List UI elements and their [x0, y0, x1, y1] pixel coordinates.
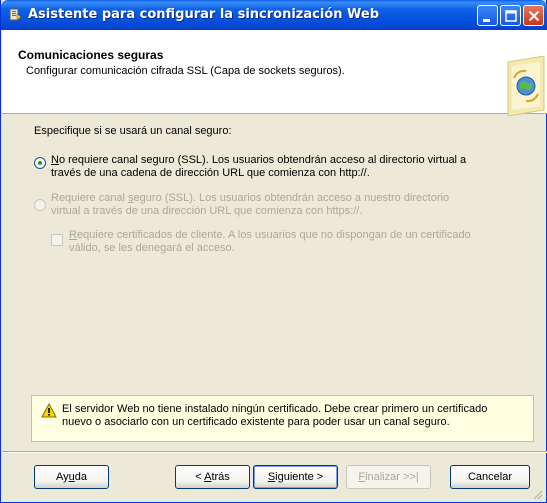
finish-button[interactable]: Finalizar >>|: [346, 465, 431, 489]
sync-globe-icon: [504, 55, 547, 119]
certificate-warning: El servidor Web no tiene instalado ningú…: [31, 395, 534, 442]
client-cert-line2: válido, se les denegará el acceso.: [69, 242, 235, 254]
no-ssl-line2: través de una cadena de dirección URL qu…: [51, 167, 370, 179]
help-button[interactable]: Ayuda: [34, 465, 109, 489]
close-button[interactable]: [523, 5, 544, 26]
window-title: Asistente para configurar la sincronizac…: [28, 7, 380, 22]
hotkey-n: N: [51, 154, 59, 166]
no-ssl-radio[interactable]: [34, 157, 46, 169]
require-ssl-line1-pre: Requiere canal: [51, 192, 129, 204]
next-button[interactable]: Siguiente >: [253, 465, 338, 489]
cancel-label: Cancelar: [467, 471, 513, 483]
no-ssl-line1: o requiere canal seguro (SSL). Los usuar…: [58, 154, 467, 166]
back-button[interactable]: < Atrás: [175, 465, 250, 489]
warning-line2: nuevo o asociarlo con un certificado exi…: [62, 416, 450, 428]
warning-icon: [41, 403, 57, 421]
warning-text: El servidor Web no tiene instalado ningú…: [62, 403, 530, 429]
back-label-post: trás: [211, 471, 230, 483]
maximize-button[interactable]: [500, 5, 521, 26]
finish-label: inalizar >>|: [365, 471, 419, 483]
wizard-window: Asistente para configurar la sincronizac…: [0, 0, 547, 503]
require-ssl-line2: virtual a través de una dirección URL qu…: [51, 205, 363, 217]
page-title: Comunicaciones seguras: [18, 48, 164, 62]
wizard-header: Comunicaciones seguras Configurar comuni…: [2, 30, 547, 117]
require-ssl-label[interactable]: Requiere canal seguro (SSL). Los usuario…: [51, 192, 531, 218]
title-bar[interactable]: Asistente para configurar la sincronizac…: [1, 0, 547, 30]
require-ssl-line1-post: eguro (SSL). Los usuarios obtendrán acce…: [133, 192, 450, 204]
next-label: iguiente >: [275, 471, 324, 483]
no-ssl-label[interactable]: No requiere canal seguro (SSL). Los usua…: [51, 154, 531, 180]
warning-line1: El servidor Web no tiene instalado ningú…: [62, 403, 488, 415]
client-cert-label[interactable]: Requiere certificados de cliente. A los …: [69, 229, 539, 255]
page-subtitle: Configurar comunicación cifrada SSL (Cap…: [26, 65, 345, 77]
cancel-button[interactable]: Cancelar: [450, 465, 530, 489]
client-cert-line1: equiere certificados de cliente. A los u…: [76, 229, 471, 241]
divider-highlight: [2, 452, 547, 453]
back-label-pre: <: [195, 471, 205, 483]
require-ssl-radio[interactable]: [34, 199, 46, 211]
app-icon: [8, 8, 22, 22]
client-cert-checkbox[interactable]: [51, 234, 63, 246]
help-label-pre: Ay: [55, 471, 69, 483]
help-label-post: da: [74, 471, 87, 483]
hotkey-r: R: [69, 229, 77, 241]
minimize-button[interactable]: [477, 5, 498, 26]
channel-prompt: Especifique si se usará un canal seguro:: [34, 125, 232, 137]
resize-grip-icon[interactable]: [531, 488, 543, 500]
